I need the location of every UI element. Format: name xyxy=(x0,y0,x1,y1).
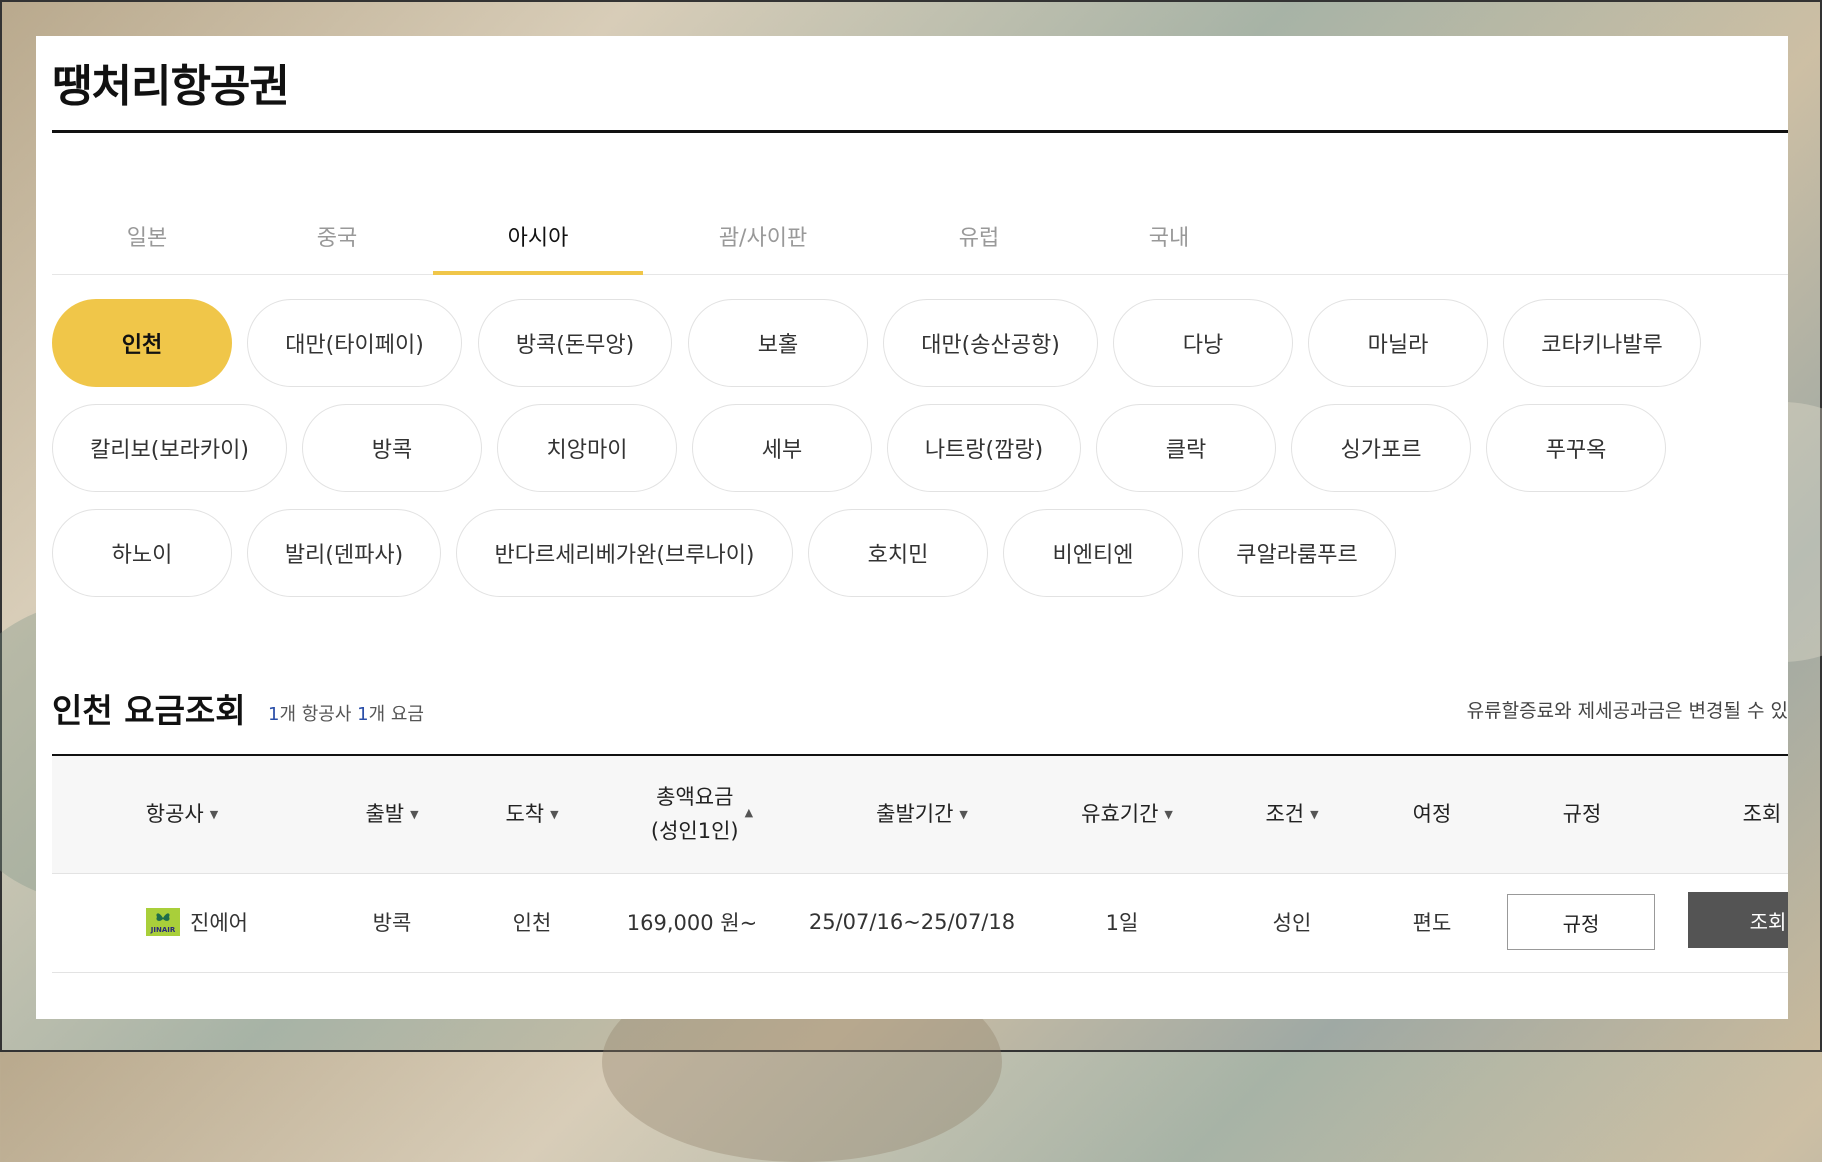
city-button-bohol[interactable]: 보홀 xyxy=(688,299,868,387)
column-header-airline-label: 항공사 xyxy=(145,801,204,826)
jinair-logo-icon: JINAIR xyxy=(146,908,181,936)
fare-section-title: 인천 요금조회 xyxy=(52,691,246,730)
cell-fare: 169,000 원~ xyxy=(626,911,758,935)
sort-down-icon: ▼ xyxy=(550,807,559,821)
city-button-incheon[interactable]: 인천 xyxy=(52,299,232,387)
sort-down-icon: ▼ xyxy=(1310,807,1319,821)
column-header-period[interactable]: 출발기간 ▼ xyxy=(832,756,1012,873)
column-header-validity-label: 유효기간 xyxy=(1081,801,1159,826)
region-tabs: 일본 중국 아시아 괌/사이판 유럽 국내 xyxy=(52,206,1788,275)
column-header-total-fare-label: 총액요금 (성인1인) xyxy=(651,781,739,848)
title-divider xyxy=(52,130,1788,133)
sort-down-icon: ▼ xyxy=(959,807,968,821)
table-row: JINAIR 진에어 방콕 인천 169,000 원~ 25/07/16~25/… xyxy=(52,872,1788,973)
column-header-itinerary: 여정 xyxy=(1412,801,1452,826)
main-panel: 땡처리항공권 일본 중국 아시아 괌/사이판 유럽 국내 인천 대만(타이페이)… xyxy=(36,36,1788,1019)
airline-count-label: 개 항공사 xyxy=(279,704,358,725)
fare-notice: 유류할증료와 제세공과금은 변경될 수 있 xyxy=(1466,700,1788,722)
page-title: 땡처리항공권 xyxy=(52,61,290,112)
sort-up-icon: ▲ xyxy=(744,805,754,819)
column-header-search: 조회 xyxy=(1742,801,1782,826)
city-button-bandar-seri-begawan[interactable]: 반다르세리베가완(브루나이) xyxy=(456,509,793,597)
cell-departure: 방콕 xyxy=(372,911,412,935)
city-button-ho-chi-minh[interactable]: 호치민 xyxy=(808,509,988,597)
cell-period: 25/07/16~25/07/18 xyxy=(808,910,1016,934)
column-header-condition[interactable]: 조건 ▼ xyxy=(1232,756,1352,873)
city-button-danang[interactable]: 다낭 xyxy=(1113,299,1293,387)
column-header-rules: 규정 xyxy=(1562,801,1602,826)
tab-japan[interactable]: 일본 xyxy=(52,206,242,274)
city-button-singapore[interactable]: 싱가포르 xyxy=(1291,404,1471,492)
airline-logo-text: JINAIR xyxy=(150,926,176,934)
column-header-validity[interactable]: 유효기간 ▼ xyxy=(1037,756,1217,873)
city-button-clark[interactable]: 클락 xyxy=(1096,404,1276,492)
tab-domestic[interactable]: 국내 xyxy=(1074,206,1264,274)
city-button-bali[interactable]: 발리(덴파사) xyxy=(247,509,441,597)
cell-condition: 성인 xyxy=(1272,911,1312,935)
city-button-kuala-lumpur[interactable]: 쿠알라룸푸르 xyxy=(1198,509,1396,597)
city-button-nha-trang[interactable]: 나트랑(깜랑) xyxy=(887,404,1081,492)
column-header-period-label: 출발기간 xyxy=(876,801,954,826)
cell-airline: JINAIR 진에어 xyxy=(112,872,282,972)
airline-count: 1 xyxy=(268,704,280,725)
tab-asia[interactable]: 아시아 xyxy=(433,206,643,275)
city-button-manila[interactable]: 마닐라 xyxy=(1308,299,1488,387)
city-button-kalibo[interactable]: 칼리보(보라카이) xyxy=(52,404,287,492)
tab-europe[interactable]: 유럽 xyxy=(884,206,1074,274)
airline-name: 진에어 xyxy=(190,911,248,935)
city-button-phu-quoc[interactable]: 푸꾸옥 xyxy=(1486,404,1666,492)
column-header-airline[interactable]: 항공사 ▼ xyxy=(112,756,252,873)
cell-arrival: 인천 xyxy=(512,911,552,935)
column-header-departure[interactable]: 출발 ▼ xyxy=(332,756,452,873)
search-button[interactable]: 조회 xyxy=(1688,892,1788,948)
city-button-cebu[interactable]: 세부 xyxy=(692,404,872,492)
butterfly-icon xyxy=(156,913,170,921)
city-button-bangkok-donmueang[interactable]: 방콕(돈무앙) xyxy=(478,299,672,387)
cell-validity: 1일 xyxy=(1105,911,1139,935)
city-button-hanoi[interactable]: 하노이 xyxy=(52,509,232,597)
sort-down-icon: ▼ xyxy=(209,807,219,821)
cell-itinerary: 편도 xyxy=(1412,911,1452,935)
column-header-arrival[interactable]: 도착 ▼ xyxy=(472,756,592,873)
city-button-chiang-mai[interactable]: 치앙마이 xyxy=(497,404,677,492)
city-button-bangkok[interactable]: 방콕 xyxy=(302,404,482,492)
city-button-songshan[interactable]: 대만(송산공항) xyxy=(883,299,1098,387)
fare-count: 1 xyxy=(357,704,369,725)
city-button-vientiane[interactable]: 비엔티엔 xyxy=(1003,509,1183,597)
city-button-taipei[interactable]: 대만(타이페이) xyxy=(247,299,462,387)
total-fare-line2: (성인1인) xyxy=(650,818,739,843)
column-header-total-fare[interactable]: 총액요금 (성인1인) ▲ xyxy=(622,756,782,873)
column-header-departure-label: 출발 xyxy=(365,801,405,826)
fare-count-label: 개 요금 xyxy=(368,704,424,725)
tab-guam-saipan[interactable]: 괌/사이판 xyxy=(668,206,858,274)
fare-table-header: 항공사 ▼ 출발 ▼ 도착 ▼ 총액요금 (성인1인) ▲ 출발기간 ▼ 유효기간 ▼ xyxy=(52,754,1788,874)
city-button-kota-kinabalu[interactable]: 코타키나발루 xyxy=(1503,299,1701,387)
fare-count-summary: 1개 항공사 1개 요금 xyxy=(268,700,424,726)
column-header-arrival-label: 도착 xyxy=(505,801,545,826)
rules-button[interactable]: 규정 xyxy=(1507,894,1655,950)
sort-down-icon: ▼ xyxy=(410,807,419,821)
sort-down-icon: ▼ xyxy=(1164,807,1173,821)
column-header-condition-label: 조건 xyxy=(1265,801,1305,826)
tab-china[interactable]: 중국 xyxy=(242,206,432,274)
total-fare-line1: 총액요금 xyxy=(656,784,734,809)
